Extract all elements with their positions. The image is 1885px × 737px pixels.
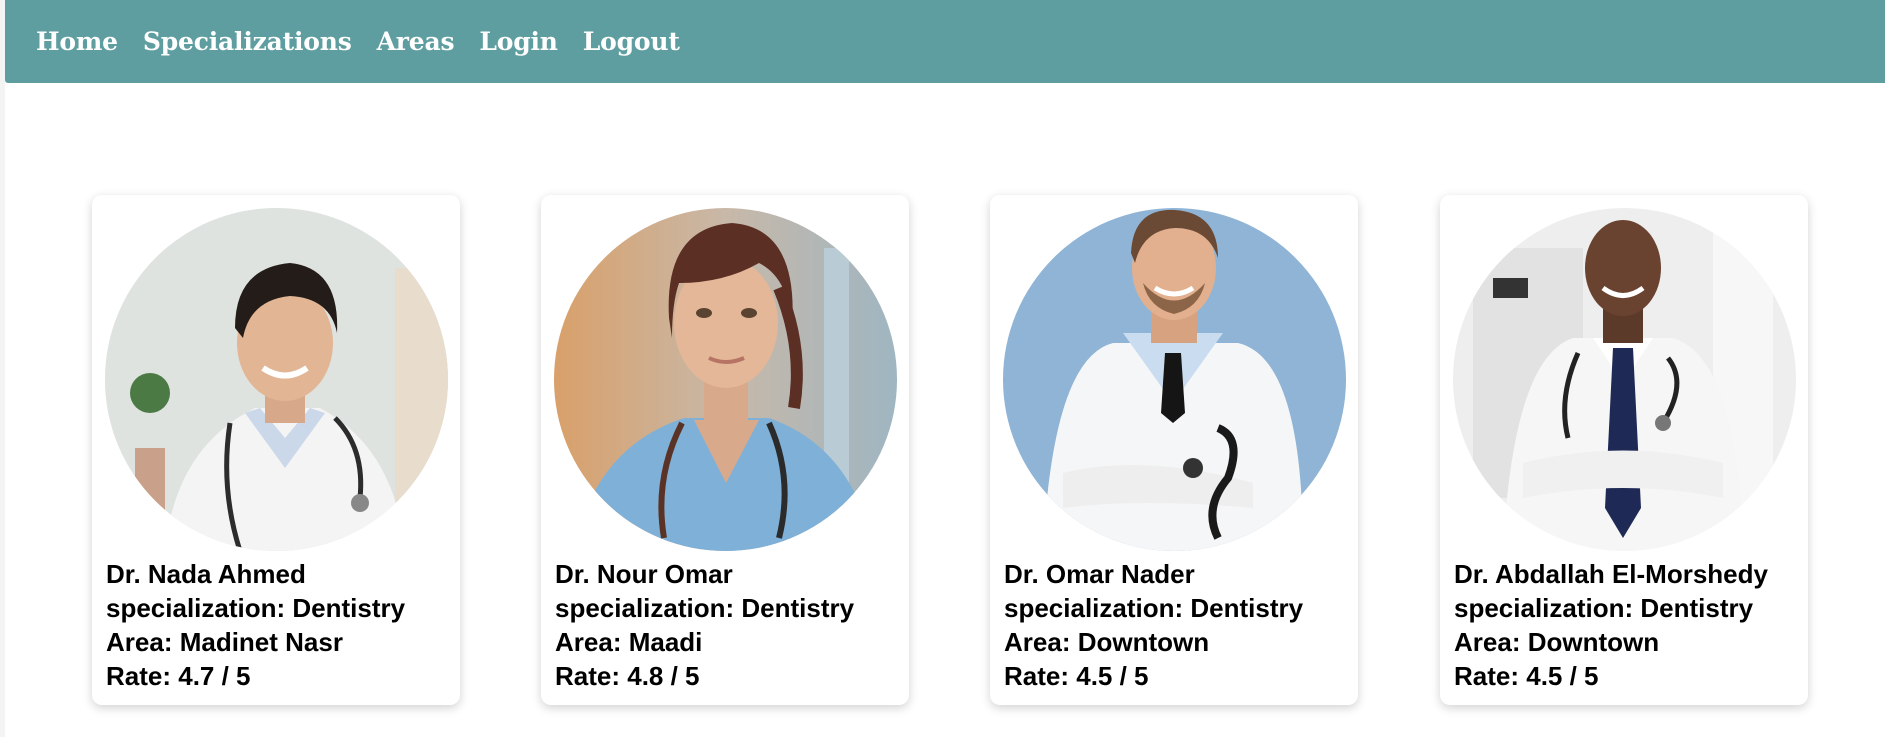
nav-specializations-link[interactable]: Specializations [143, 27, 352, 56]
doctor-name: Dr. Nada Ahmed [106, 559, 306, 589]
doctor-rate: Rate: 4.7 / 5 [106, 661, 251, 691]
doctor-name: Dr. Abdallah El-Morshedy [1454, 559, 1768, 589]
doctor-specialization: specialization: Dentistry [555, 593, 855, 623]
doctor-specialization: specialization: Dentistry [106, 593, 406, 623]
doctor-name: Dr. Omar Nader [1004, 559, 1195, 589]
doctor-specialization: specialization: Dentistry [1454, 593, 1754, 623]
doctor-photo [1453, 208, 1796, 551]
doctor-specialization: specialization: Dentistry [1004, 593, 1304, 623]
doctor-area: Area: Maadi [555, 627, 703, 657]
doctor-rate: Rate: 4.5 / 5 [1004, 661, 1149, 691]
nav-logout-link[interactable]: Logout [583, 27, 680, 56]
doctor-card[interactable]: Dr. Abdallah El-Morshedy specialization:… [1440, 195, 1808, 705]
doctor-card-list: Dr. Nada Ahmed specialization: Dentistry… [0, 195, 1885, 705]
female-doctor-scrubs-photo-icon [554, 208, 897, 551]
doctor-photo [554, 208, 897, 551]
page: Home Specializations Areas Login Logout [0, 0, 1885, 737]
female-doctor-photo-icon [105, 208, 448, 551]
male-doctor-clinic-photo-icon [1453, 208, 1796, 551]
nav-login-link[interactable]: Login [479, 27, 558, 56]
doctor-rate: Rate: 4.8 / 5 [555, 661, 700, 691]
doctor-card[interactable]: Dr. Nour Omar specialization: Dentistry … [541, 195, 909, 705]
doctor-info: Dr. Nour Omar specialization: Dentistry … [555, 557, 905, 693]
doctor-area: Area: Madinet Nasr [106, 627, 343, 657]
doctor-rate: Rate: 4.5 / 5 [1454, 661, 1599, 691]
doctor-info: Dr. Abdallah El-Morshedy specialization:… [1454, 557, 1804, 693]
doctor-area: Area: Downtown [1454, 627, 1660, 657]
nav-areas-link[interactable]: Areas [377, 27, 455, 56]
doctor-info: Dr. Nada Ahmed specialization: Dentistry… [106, 557, 456, 693]
doctor-area: Area: Downtown [1004, 627, 1210, 657]
male-doctor-photo-icon [1003, 208, 1346, 551]
doctor-card[interactable]: Dr. Omar Nader specialization: Dentistry… [990, 195, 1358, 705]
doctor-card[interactable]: Dr. Nada Ahmed specialization: Dentistry… [92, 195, 460, 705]
nav-home-link[interactable]: Home [36, 27, 118, 56]
doctor-info: Dr. Omar Nader specialization: Dentistry… [1004, 557, 1354, 693]
doctor-name: Dr. Nour Omar [555, 559, 733, 589]
doctor-photo [1003, 208, 1346, 551]
doctor-photo [105, 208, 448, 551]
top-navbar: Home Specializations Areas Login Logout [5, 0, 1885, 83]
